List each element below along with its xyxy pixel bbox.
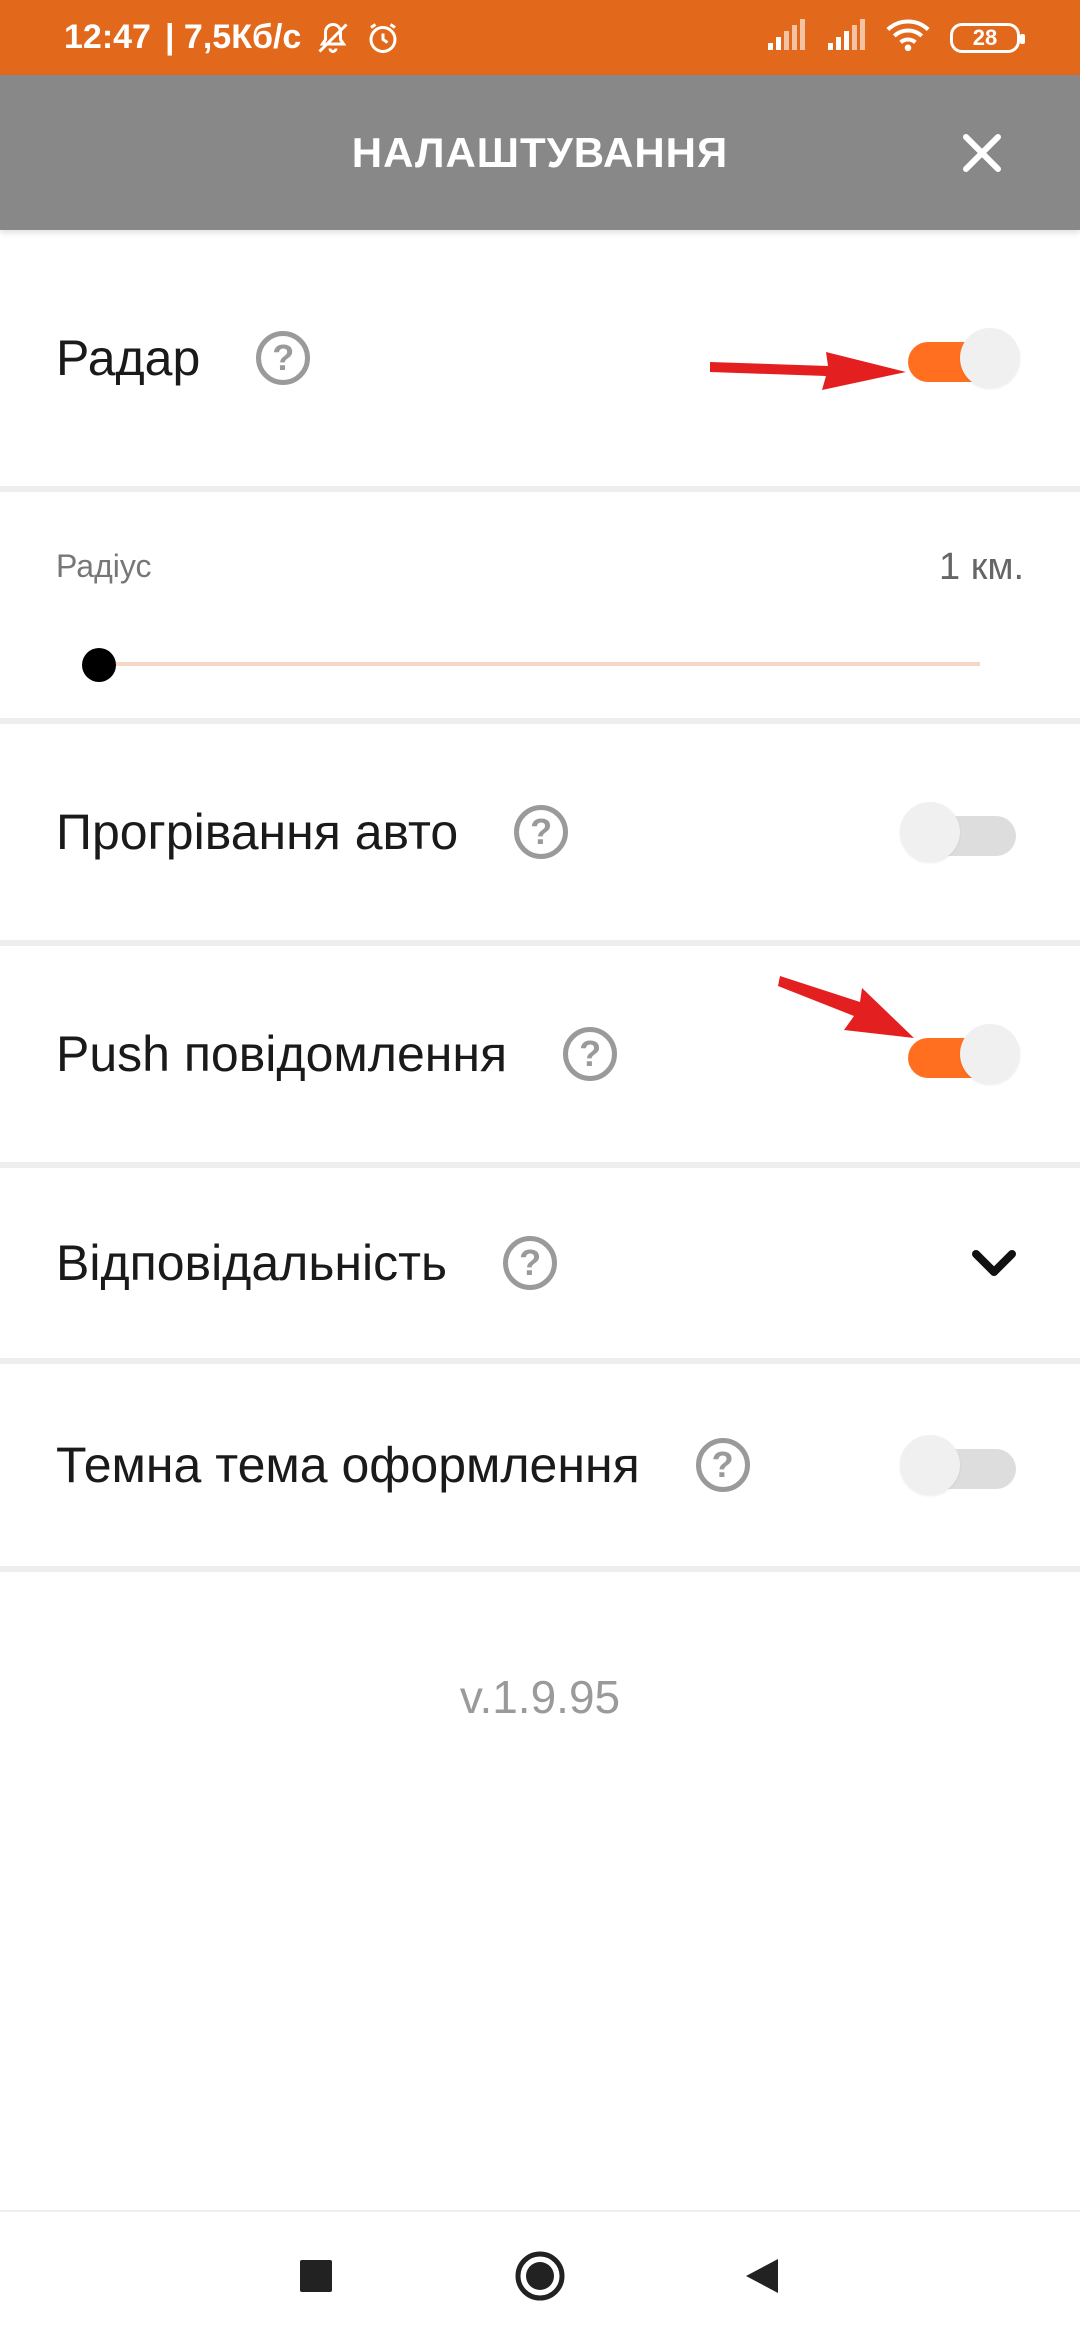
setting-label: Радар <box>56 330 201 386</box>
help-icon[interactable]: ? <box>256 331 311 385</box>
settings-list: Радар ? Радіус 1 км. Прогрівання авто ? <box>0 230 1080 1572</box>
mute-bell-icon <box>315 20 351 56</box>
app-header: НАЛАШТУВАННЯ <box>0 75 1080 230</box>
chevron-down-icon <box>972 1250 1016 1276</box>
slider-value: 1 км. <box>939 546 1024 588</box>
settings-screen: 12:47 | 7,5Кб/с 28 НАЛАШТУВАННЯ Радар ? … <box>0 0 1080 2340</box>
battery-icon: 28 <box>950 22 1025 53</box>
push-toggle[interactable] <box>900 1024 1020 1084</box>
toggle-thumb <box>960 328 1020 388</box>
status-speed: | 7,5Кб/с <box>164 18 302 56</box>
close-button[interactable] <box>954 125 1010 181</box>
back-button[interactable] <box>722 2236 802 2316</box>
radius-slider-track[interactable] <box>98 662 980 666</box>
toggle-thumb <box>900 802 960 862</box>
system-nav-bar <box>0 2210 1080 2340</box>
setting-label: Відповідальність <box>56 1235 448 1291</box>
dark-theme-toggle[interactable] <box>900 1435 1020 1495</box>
radius-slider-thumb[interactable] <box>82 648 116 682</box>
expand-button[interactable] <box>964 1233 1024 1293</box>
toggle-thumb <box>900 1435 960 1495</box>
setting-label: Push повідомлення <box>56 1026 508 1082</box>
warmup-toggle[interactable] <box>900 802 1020 862</box>
home-button[interactable] <box>500 2236 580 2316</box>
help-icon[interactable]: ? <box>503 1236 558 1290</box>
setting-row-radar: Радар ? <box>0 230 1080 492</box>
back-triangle-icon <box>746 2259 778 2293</box>
home-circle-icon <box>515 2251 565 2301</box>
recents-square-icon <box>300 2260 332 2292</box>
red-arrow-annotation <box>710 352 906 390</box>
alarm-icon <box>365 20 401 56</box>
setting-row-push: Push повідомлення ? <box>0 946 1080 1168</box>
page-title: НАЛАШТУВАННЯ <box>351 128 729 176</box>
status-left: 12:47 | 7,5Кб/с <box>64 18 401 57</box>
setting-row-radius: Радіус 1 км. <box>0 492 1080 724</box>
radar-toggle[interactable] <box>900 328 1020 388</box>
signal-icon <box>766 19 806 56</box>
recents-button[interactable] <box>276 2236 356 2316</box>
help-icon[interactable]: ? <box>695 1438 750 1492</box>
setting-label: Темна тема оформлення <box>56 1437 640 1493</box>
wifi-icon <box>886 18 930 57</box>
status-right: 28 <box>766 18 1025 57</box>
setting-row-responsibility[interactable]: Відповідальність ? <box>0 1168 1080 1364</box>
help-icon[interactable]: ? <box>514 805 569 859</box>
help-icon[interactable]: ? <box>563 1027 618 1081</box>
close-icon <box>963 133 1001 172</box>
status-bar: 12:47 | 7,5Кб/с 28 <box>0 0 1080 75</box>
setting-row-warmup: Прогрівання авто ? <box>0 724 1080 946</box>
battery-level: 28 <box>972 24 998 50</box>
setting-label: Прогрівання авто <box>56 804 459 860</box>
status-time: 12:47 <box>64 18 151 56</box>
toggle-thumb <box>960 1024 1020 1084</box>
app-version: v.1.9.95 <box>459 1671 621 1723</box>
signal-icon <box>826 19 866 56</box>
slider-label: Радіус <box>56 548 152 584</box>
red-arrow-annotation <box>778 976 914 1038</box>
setting-row-dark-theme: Темна тема оформлення ? <box>0 1364 1080 1572</box>
